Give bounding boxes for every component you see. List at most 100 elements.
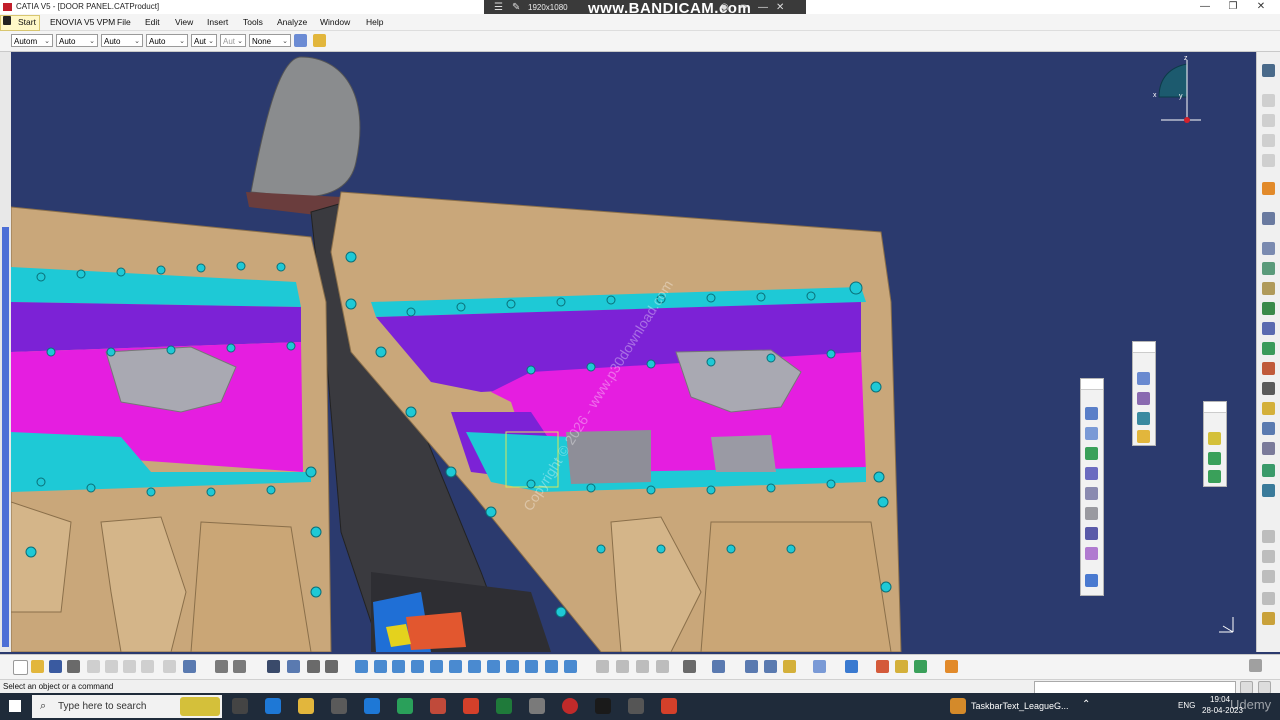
draw-icon[interactable]: ✏ [740,2,748,13]
menu-start[interactable]: Start [18,17,36,27]
floating-toolbar-3-header[interactable] [1204,402,1226,413]
chevron-up-icon[interactable]: ⌃ [1082,699,1090,710]
lineweight-combo[interactable]: Auto ⌄ [146,34,188,47]
formula-icon[interactable] [215,660,228,673]
menu-analyze[interactable]: Analyze [277,17,307,27]
camera-icon[interactable]: ◉ [720,2,729,13]
taskbar-app-label[interactable]: TaskbarText_LeagueG... [971,701,1069,711]
hide-show-icon[interactable] [545,660,558,673]
tool-icon[interactable] [895,660,908,673]
tool-icon[interactable] [914,660,927,673]
tool-icon[interactable] [1262,484,1275,497]
tool-icon[interactable] [1085,487,1098,500]
paste-icon[interactable] [123,660,136,673]
tool-icon[interactable] [307,660,320,673]
minus-icon[interactable]: — [758,2,768,13]
tool-icon[interactable] [1262,550,1275,563]
layer-combo[interactable]: None ⌄ [249,34,291,47]
taskbar-search[interactable]: ⌕ Type here to search [32,695,222,718]
transparency-combo[interactable]: Auto ⌄ [56,34,98,47]
tool-icon[interactable] [1262,134,1275,147]
color-combo[interactable]: Autom ⌄ [11,34,53,47]
shading-icon[interactable] [525,660,538,673]
pin-icon[interactable]: ✎ [512,2,520,13]
mail-icon[interactable] [364,698,380,714]
windows-start-icon[interactable] [9,700,21,712]
tool-icon[interactable] [1262,114,1275,127]
menu-edit[interactable]: Edit [145,17,160,27]
catia-taskbar-icon[interactable] [463,698,479,714]
iso-view-icon[interactable] [506,660,519,673]
swap-space-icon[interactable] [564,660,577,673]
tool-icon[interactable] [1262,94,1275,107]
tool-icon[interactable] [1085,407,1098,420]
tool-icon[interactable] [783,660,796,673]
tool-icon[interactable] [1262,570,1275,583]
tool-icon[interactable] [1262,402,1275,415]
scrollbar-thumb[interactable] [2,227,9,647]
tool-icon[interactable] [1262,322,1275,335]
tool-icon[interactable] [1085,467,1098,480]
tool-icon[interactable] [1262,530,1275,543]
tool-icon[interactable] [616,660,629,673]
menu-window[interactable]: Window [320,17,350,27]
painter-icon[interactable] [294,34,307,47]
tool-icon[interactable] [1262,382,1275,395]
tool-icon[interactable] [1208,470,1221,483]
tool-icon[interactable] [945,660,958,673]
tool-icon[interactable] [1262,592,1275,605]
rotate-icon[interactable] [411,660,424,673]
tool-icon[interactable] [1262,182,1275,195]
tree-scrollbar[interactable] [0,52,11,652]
save-icon[interactable] [49,660,62,673]
tool-icon[interactable] [636,660,649,673]
tool-icon[interactable] [1262,154,1275,167]
menu-icon[interactable]: ☰ [494,2,503,13]
tool-icon[interactable] [1262,282,1275,295]
menu-view[interactable]: View [175,17,193,27]
tool-icon[interactable] [1085,527,1098,540]
comment-icon[interactable] [233,660,246,673]
minimize-button[interactable]: — [1192,1,1218,13]
update-icon[interactable] [813,660,826,673]
tool-icon[interactable] [1137,392,1150,405]
compass[interactable]: z x y [1153,55,1201,123]
floating-toolbar-1-header[interactable] [1081,379,1103,390]
tool-icon[interactable] [1085,574,1098,587]
catalog-icon[interactable] [267,660,280,673]
copy-icon[interactable] [105,660,118,673]
app-icon[interactable] [529,698,545,714]
cut-icon[interactable] [87,660,100,673]
tool-icon[interactable] [325,660,338,673]
file-explorer-icon[interactable] [298,698,314,714]
tool-icon[interactable] [596,660,609,673]
settings-icon[interactable] [628,698,644,714]
tool-icon[interactable] [1262,464,1275,477]
linetype-combo[interactable]: Auto ⌄ [101,34,143,47]
tool-icon[interactable] [1085,507,1098,520]
excel-icon[interactable] [496,698,512,714]
tool-icon[interactable] [1208,452,1221,465]
floating-toolbar-2-header[interactable] [1133,342,1155,353]
3d-viewport[interactable]: Copyright © 2026 - www.p30download.com z… [11,52,1255,652]
workbench-icon[interactable] [1262,64,1275,77]
bandicam-icon[interactable] [562,698,578,714]
zoom-out-icon[interactable] [449,660,462,673]
point-combo[interactable]: Aut ⌄ [191,34,217,47]
undo-icon[interactable] [141,660,154,673]
new-icon[interactable] [13,660,28,675]
open-icon[interactable] [31,660,44,673]
tool-icon[interactable] [1262,212,1275,225]
menu-insert[interactable]: Insert [207,17,228,27]
menu-help[interactable]: Help [366,17,383,27]
tool-icon[interactable] [845,660,858,673]
tool-icon[interactable] [287,660,300,673]
menu-file[interactable]: File [117,17,131,27]
zoom-in-icon[interactable] [430,660,443,673]
tool-icon[interactable] [1262,242,1275,255]
tool-icon[interactable] [876,660,889,673]
tool-icon[interactable] [656,660,669,673]
tool-icon[interactable] [764,660,777,673]
tool-icon[interactable] [1262,442,1275,455]
tool-icon[interactable] [1262,612,1275,625]
